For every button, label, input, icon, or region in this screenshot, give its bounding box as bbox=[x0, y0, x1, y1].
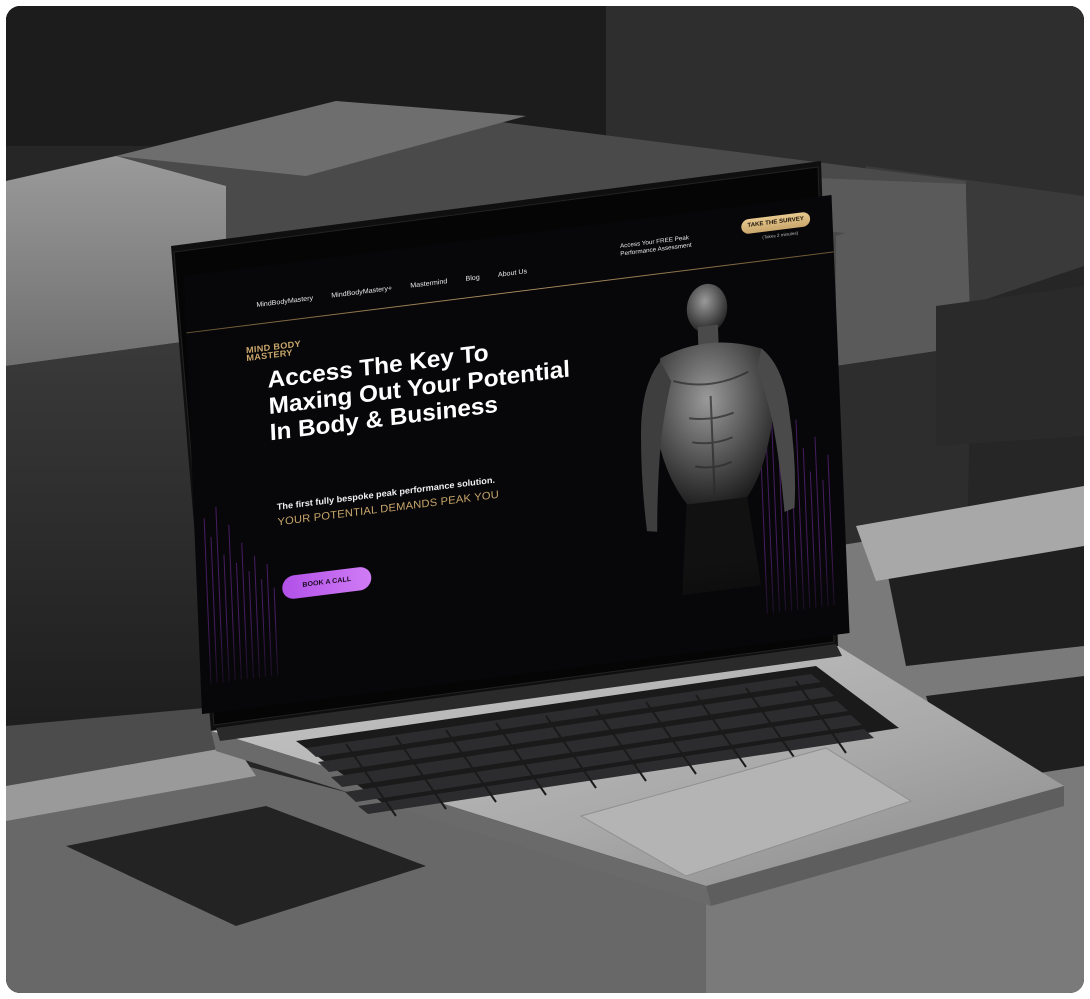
nav-link-mindbodymastery[interactable]: MindBodyMastery bbox=[256, 295, 313, 309]
assessment-promo-text: Access Your FREE Peak Performance Assess… bbox=[619, 234, 692, 258]
laptop-screen: MindBodyMastery MindBodyMastery+ Masterm… bbox=[184, 194, 850, 714]
mockup-photo: MindBodyMastery MindBodyMastery+ Masterm… bbox=[6, 6, 1084, 993]
nav-link-blog[interactable]: Blog bbox=[465, 274, 479, 283]
nav-link-mindbodymastery-plus[interactable]: MindBodyMastery+ bbox=[331, 285, 392, 299]
nav-link-mastermind[interactable]: Mastermind bbox=[410, 278, 447, 289]
athlete-image bbox=[640, 283, 796, 596]
nav-link-about-us[interactable]: About Us bbox=[498, 268, 527, 278]
